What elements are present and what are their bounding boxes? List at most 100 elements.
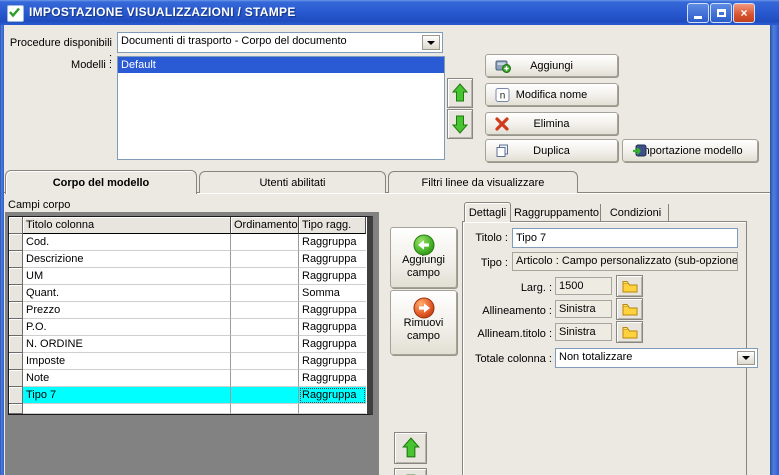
table-row[interactable]: Quant. Somma	[9, 285, 367, 302]
campi-corpo-grid[interactable]: Titolo colonna Ordinamento Tipo ragg. Co…	[8, 216, 373, 415]
titolo-input[interactable]	[512, 228, 738, 248]
cell-ordinamento[interactable]	[231, 234, 299, 251]
cell-titolo[interactable]: Descrizione	[23, 251, 231, 268]
close-icon: ×	[740, 6, 748, 20]
rimuovi-campo-button[interactable]: Rimuovi campo	[390, 290, 457, 355]
rimuovi-campo-label: Rimuovi campo	[403, 317, 444, 342]
cell-titolo[interactable]: N. ORDINE	[23, 336, 231, 353]
importazione-modello-button[interactable]: Importazione modello	[622, 139, 758, 162]
table-row[interactable]: UM Raggruppa	[9, 268, 367, 285]
header-tipo-ragg[interactable]: Tipo ragg.	[299, 217, 366, 234]
cell-titolo[interactable]: Quant.	[23, 285, 231, 302]
allineam-titolo-picker-button[interactable]	[616, 321, 643, 343]
tab-filtri-linee[interactable]: Filtri linee da visualizzare	[388, 171, 578, 193]
row-selector-cell[interactable]	[9, 268, 23, 285]
cell-tipo-ragg[interactable]: Raggruppa	[299, 336, 366, 353]
row-selector-cell[interactable]	[9, 251, 23, 268]
cell-tipo-ragg[interactable]: Raggruppa	[299, 387, 366, 404]
table-row[interactable]: Cod. Raggruppa	[9, 234, 367, 251]
cell-tipo-ragg[interactable]: Raggruppa	[299, 370, 366, 387]
cell-ordinamento[interactable]	[231, 251, 299, 268]
cell-ordinamento[interactable]	[231, 336, 299, 353]
totale-colonna-combobox[interactable]: Non totalizzare	[555, 348, 758, 368]
cell-titolo[interactable]: Prezzo	[23, 302, 231, 319]
table-row[interactable]: Note Raggruppa	[9, 370, 367, 387]
row-move-down-button[interactable]	[394, 468, 427, 475]
duplicate-icon	[495, 143, 510, 158]
grid-corner-cell	[9, 217, 23, 234]
cell-titolo[interactable]: P.O.	[23, 319, 231, 336]
row-selector-cell[interactable]	[9, 234, 23, 251]
tipo-value-box: Articolo : Campo personalizzato (sub-opz…	[512, 252, 738, 271]
maximize-button[interactable]	[710, 3, 732, 23]
totale-dropdown-button[interactable]	[737, 351, 755, 365]
totale-colonna-label: Totale colonna :	[474, 353, 552, 365]
table-row[interactable]: Imposte Raggruppa	[9, 353, 367, 370]
row-move-up-button[interactable]	[394, 432, 427, 464]
modelli-label: Modelli :	[71, 59, 112, 71]
cell-tipo-ragg[interactable]: Raggruppa	[299, 319, 366, 336]
table-row[interactable]: Prezzo Raggruppa	[9, 302, 367, 319]
cell-tipo-ragg[interactable]: Raggruppa	[299, 234, 366, 251]
table-row[interactable]: N. ORDINE Raggruppa	[9, 336, 367, 353]
cell-tipo-ragg[interactable]: Raggruppa	[299, 302, 366, 319]
cell-tipo-ragg[interactable]: Raggruppa	[299, 353, 366, 370]
cell-tipo-ragg[interactable]: Raggruppa	[299, 268, 366, 285]
larg-input[interactable]	[555, 277, 612, 295]
row-selector-cell[interactable]	[9, 353, 23, 370]
allineamento-picker-button[interactable]	[616, 298, 643, 320]
model-move-up-button[interactable]	[447, 78, 473, 108]
tab-dettagli[interactable]: Dettagli	[464, 202, 511, 222]
row-selector-cell[interactable]	[9, 302, 23, 319]
list-item[interactable]: Default	[118, 57, 444, 73]
campi-grid-body: Cod. Raggruppa Descrizione Raggruppa UM Raggr…	[9, 234, 367, 404]
allineam-titolo-input[interactable]	[555, 323, 612, 341]
larg-picker-button[interactable]	[616, 275, 643, 297]
allineam-titolo-label: Allineam.titolo :	[477, 328, 552, 340]
cell-titolo[interactable]: UM	[23, 268, 231, 285]
cell-tipo-ragg[interactable]: Raggruppa	[299, 251, 366, 268]
import-icon	[632, 144, 647, 158]
header-titolo-colonna[interactable]: Titolo colonna	[23, 217, 231, 234]
modelli-listbox[interactable]: Default	[117, 56, 445, 160]
cell-tipo-ragg[interactable]: Somma	[299, 285, 366, 302]
row-selector-cell[interactable]	[9, 370, 23, 387]
minimize-button[interactable]	[687, 3, 709, 23]
aggiungi-label: Aggiungi	[530, 59, 573, 72]
cell-ordinamento[interactable]	[231, 370, 299, 387]
procedure-combobox[interactable]: Documenti di trasporto - Corpo del docum…	[117, 32, 443, 53]
cell-ordinamento[interactable]	[231, 387, 299, 404]
allineamento-input[interactable]	[555, 300, 612, 318]
modifica-nome-button[interactable]: n Modifica nome	[485, 83, 618, 106]
cell-titolo[interactable]: Tipo 7	[23, 387, 231, 404]
row-selector-cell[interactable]	[9, 387, 23, 404]
cell-titolo[interactable]: Note	[23, 370, 231, 387]
cell-ordinamento[interactable]	[231, 268, 299, 285]
tab-condizioni[interactable]: Condizioni	[603, 204, 669, 221]
table-row[interactable]: Tipo 7 Raggruppa	[9, 387, 367, 404]
cell-titolo[interactable]: Cod.	[23, 234, 231, 251]
row-selector-cell[interactable]	[9, 319, 23, 336]
close-button[interactable]: ×	[733, 3, 755, 23]
model-move-down-button[interactable]	[447, 109, 473, 139]
table-row[interactable]: Descrizione Raggruppa	[9, 251, 367, 268]
tab-utenti-abilitati[interactable]: Utenti abilitati	[199, 171, 386, 193]
cell-ordinamento[interactable]	[231, 285, 299, 302]
title-bar[interactable]: IMPOSTAZIONE VISUALIZZAZIONI / STAMPE ×	[0, 0, 779, 25]
row-selector-cell[interactable]	[9, 285, 23, 302]
elimina-button[interactable]: Elimina	[485, 112, 618, 135]
duplica-button[interactable]: Duplica	[485, 139, 618, 162]
cell-titolo[interactable]: Imposte	[23, 353, 231, 370]
tab-raggruppamento[interactable]: Raggruppamento	[513, 204, 601, 221]
table-row[interactable]: P.O. Raggruppa	[9, 319, 367, 336]
aggiungi-button[interactable]: Aggiungi	[485, 54, 618, 77]
cell-ordinamento[interactable]	[231, 319, 299, 336]
delete-x-icon	[495, 116, 509, 131]
cell-ordinamento[interactable]	[231, 353, 299, 370]
header-ordinamento[interactable]: Ordinamento	[231, 217, 299, 234]
tab-corpo-del-modello[interactable]: Corpo del modello	[5, 170, 197, 194]
row-selector-cell[interactable]	[9, 336, 23, 353]
cell-ordinamento[interactable]	[231, 302, 299, 319]
procedure-dropdown-button[interactable]	[422, 35, 440, 50]
titolo-label: Titolo :	[475, 232, 508, 244]
